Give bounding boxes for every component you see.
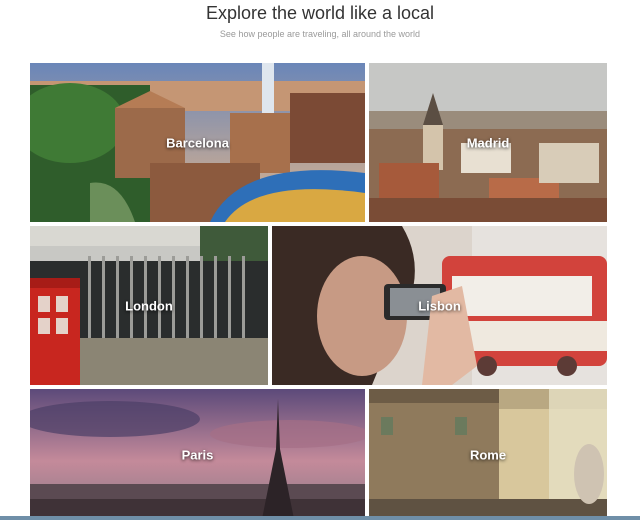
city-tile-london[interactable]: London <box>30 226 268 385</box>
city-tile-madrid[interactable]: Madrid <box>369 63 607 222</box>
bottom-bar <box>0 516 640 520</box>
city-label: Paris <box>181 447 214 462</box>
city-tile-rome[interactable]: Rome <box>369 389 607 520</box>
city-tile-lisbon[interactable]: Lisbon <box>272 226 607 385</box>
page-subtitle: See how people are traveling, all around… <box>219 29 421 39</box>
city-label: Rome <box>469 447 507 462</box>
city-label: Madrid <box>466 135 510 150</box>
city-label: Lisbon <box>418 298 461 313</box>
page-title: Explore the world like a local <box>205 3 435 23</box>
city-label: London <box>125 298 173 313</box>
city-label: Barcelona <box>166 135 229 150</box>
city-tile-paris[interactable]: Paris <box>30 389 365 520</box>
page: Explore the world like a local See how p… <box>0 0 640 520</box>
city-tile-barcelona[interactable]: Barcelona <box>30 63 365 222</box>
